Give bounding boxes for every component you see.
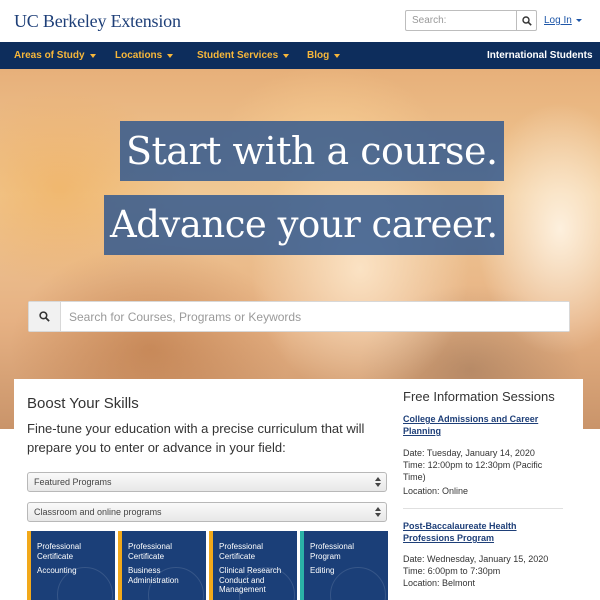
header-search-input[interactable] (406, 11, 516, 30)
program-card-business-administration[interactable]: Professional Certificate Business Admini… (118, 531, 206, 600)
header-search (405, 10, 537, 31)
card-kind: Professional Program (310, 542, 355, 561)
session-time: Time: 6:00pm to 7:30pm (403, 566, 501, 576)
site-logo[interactable]: UC Berkeley Extension (14, 11, 181, 32)
header-search-button[interactable] (516, 11, 536, 30)
nav-item-international-students[interactable]: International Students (487, 50, 593, 61)
nav-item-label: Blog (307, 50, 330, 61)
nav-item-student-services[interactable]: Student Services (197, 50, 290, 61)
featured-programs-select[interactable]: Featured Programs (27, 472, 387, 492)
session-date: Date: Tuesday, January 14, 2020 (403, 448, 535, 458)
session-date: Date: Wednesday, January 15, 2020 (403, 554, 549, 564)
search-icon (39, 311, 50, 322)
card-kind: Professional Certificate (219, 542, 264, 561)
delivery-format-select[interactable]: Classroom and online programs (27, 502, 387, 522)
program-card-clinical-research[interactable]: Professional Certificate Clinical Resear… (209, 531, 297, 600)
program-cards: Professional Certificate Accounting Prof… (27, 531, 388, 600)
select-value: Classroom and online programs (34, 507, 162, 517)
session-title-link[interactable]: College Admissions and Career Planning (403, 413, 563, 437)
card-accent-stripe (300, 531, 304, 600)
boost-title: Boost Your Skills (27, 395, 139, 412)
card-name: Clinical Research Conduct and Management (219, 566, 282, 594)
main-nav: Areas of Study Locations Student Service… (0, 42, 600, 69)
nav-item-areas-of-study[interactable]: Areas of Study (14, 50, 96, 61)
program-card-accounting[interactable]: Professional Certificate Accounting (27, 531, 115, 600)
card-name: Business Administration (128, 566, 179, 585)
info-sessions-title: Free Information Sessions (403, 389, 555, 404)
caret-down-icon (283, 53, 290, 58)
card-accent-stripe (118, 531, 122, 600)
card-name: Editing (310, 566, 335, 575)
info-sessions-panel: Free Information Sessions College Admiss… (393, 379, 583, 600)
login-label: Log In (544, 15, 572, 26)
caret-down-icon (575, 19, 582, 22)
select-arrows-icon (375, 477, 381, 487)
hero-banner: Start with a course. Advance your career… (0, 69, 600, 429)
session-location: Location: Online (403, 486, 469, 496)
search-icon (521, 15, 532, 26)
card-accent-stripe (209, 531, 213, 600)
login-link[interactable]: Log In (544, 15, 582, 26)
session-location: Location: Belmont (403, 578, 476, 588)
card-accent-stripe (27, 531, 31, 600)
nav-item-label: Student Services (197, 50, 279, 61)
site-header: UC Berkeley Extension Log In (0, 0, 600, 42)
nav-item-blog[interactable]: Blog (307, 50, 341, 61)
hero-headline-1: Start with a course. (120, 121, 504, 181)
boost-description: Fine-tune your education with a precise … (27, 421, 365, 455)
caret-down-icon (89, 53, 96, 58)
card-kind: Professional Certificate (128, 542, 173, 561)
program-card-editing[interactable]: Professional Program Editing (300, 531, 388, 600)
card-name: Accounting (37, 566, 77, 575)
caret-down-icon (334, 53, 341, 58)
boost-skills-panel: Boost Your Skills Fine-tune your educati… (14, 379, 393, 600)
session-divider (403, 508, 563, 509)
caret-down-icon (167, 53, 174, 58)
session-time: Time: 12:00pm to 12:30pm (Pacific Time) (403, 460, 543, 482)
nav-item-label: Areas of Study (14, 50, 85, 61)
hero-search-input[interactable] (61, 302, 569, 331)
hero-search-button[interactable] (29, 302, 61, 331)
hero-headline-2: Advance your career. (104, 195, 504, 255)
select-value: Featured Programs (34, 477, 112, 487)
session-title-link[interactable]: Post-Baccalaureate Health Professions Pr… (403, 520, 563, 544)
nav-item-label: Locations (115, 50, 163, 61)
card-kind: Professional Certificate (37, 542, 82, 561)
hero-search (28, 301, 570, 332)
select-arrows-icon (375, 507, 381, 517)
nav-item-locations[interactable]: Locations (115, 50, 174, 61)
